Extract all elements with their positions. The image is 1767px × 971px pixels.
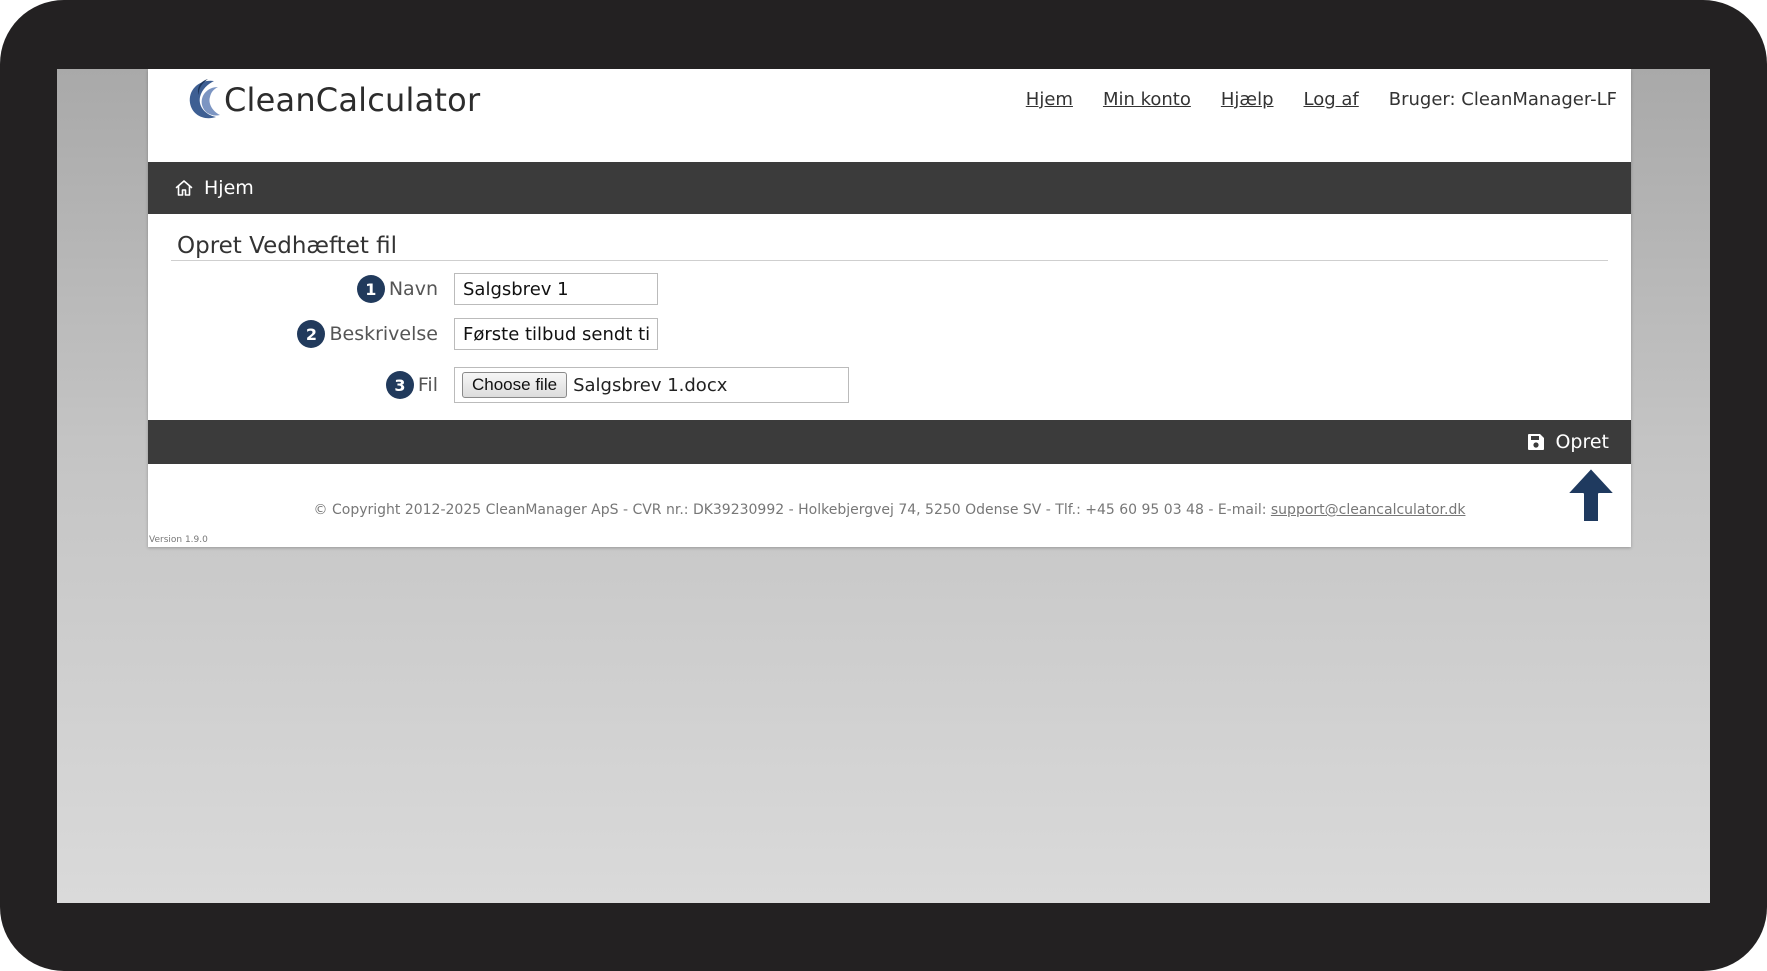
selected-file-name: Salgsbrev 1.docx bbox=[573, 374, 728, 396]
breadcrumb-bar: Hjem bbox=[148, 162, 1631, 214]
opret-button-label: Opret bbox=[1555, 431, 1609, 453]
title-divider bbox=[171, 260, 1608, 261]
app-page: CleanCalculator Hjem Min konto Hjælp Log… bbox=[148, 69, 1631, 547]
top-navigation: Hjem Min konto Hjælp Log af Bruger: Clea… bbox=[996, 89, 1617, 110]
form-row-fil: 3 Fil Choose file Salgsbrev 1.docx bbox=[148, 367, 1631, 403]
step-badge-2: 2 bbox=[297, 320, 326, 348]
label-fil: 3 Fil bbox=[385, 371, 438, 399]
label-text-beskrivelse: Beskrivelse bbox=[329, 323, 438, 345]
floppy-disk-icon bbox=[1528, 434, 1545, 450]
form-row-beskrivelse: 2 Beskrivelse bbox=[148, 317, 1631, 351]
label-text-navn: Navn bbox=[388, 278, 438, 300]
choose-file-button[interactable]: Choose file bbox=[462, 372, 568, 398]
beskrivelse-input[interactable] bbox=[454, 318, 658, 350]
current-user: Bruger: CleanManager-LF bbox=[1388, 89, 1617, 110]
form-title: Opret Vedhæftet fil bbox=[177, 233, 398, 259]
file-input: Choose file Salgsbrev 1.docx bbox=[454, 367, 849, 403]
step-badge-1: 1 bbox=[356, 275, 385, 303]
nav-link-log-af[interactable]: Log af bbox=[1304, 89, 1359, 110]
home-icon bbox=[175, 180, 193, 196]
breadcrumb-home[interactable]: Hjem bbox=[174, 177, 254, 199]
label-beskrivelse: 2 Beskrivelse bbox=[297, 320, 438, 348]
navn-input[interactable] bbox=[454, 273, 658, 305]
label-text-fil: Fil bbox=[417, 374, 438, 396]
nav-link-hjem[interactable]: Hjem bbox=[1026, 89, 1073, 110]
copyright-text: © Copyright 2012-2025 CleanManager ApS -… bbox=[313, 502, 1271, 518]
breadcrumb-label: Hjem bbox=[204, 177, 254, 199]
nav-link-min-konto[interactable]: Min konto bbox=[1103, 89, 1191, 110]
version-label: Version 1.9.0 bbox=[149, 535, 208, 545]
form-row-navn: 1 Navn bbox=[148, 272, 1631, 306]
nav-link-hjaelp[interactable]: Hjælp bbox=[1221, 89, 1274, 110]
label-navn: 1 Navn bbox=[356, 275, 438, 303]
wave-logo-icon bbox=[189, 79, 220, 119]
action-bar: Opret bbox=[148, 420, 1631, 464]
device-frame: CleanCalculator Hjem Min konto Hjælp Log… bbox=[0, 0, 1767, 971]
opret-button[interactable]: Opret bbox=[1526, 420, 1609, 464]
footer: © Copyright 2012-2025 CleanManager ApS -… bbox=[148, 502, 1631, 518]
browser-viewport: CleanCalculator Hjem Min konto Hjælp Log… bbox=[57, 69, 1710, 903]
logo-text: CleanCalculator bbox=[224, 81, 481, 119]
step-badge-3: 3 bbox=[385, 371, 414, 399]
support-email-link[interactable]: support@cleancalculator.dk bbox=[1271, 502, 1466, 518]
logo[interactable]: CleanCalculator bbox=[184, 77, 480, 123]
